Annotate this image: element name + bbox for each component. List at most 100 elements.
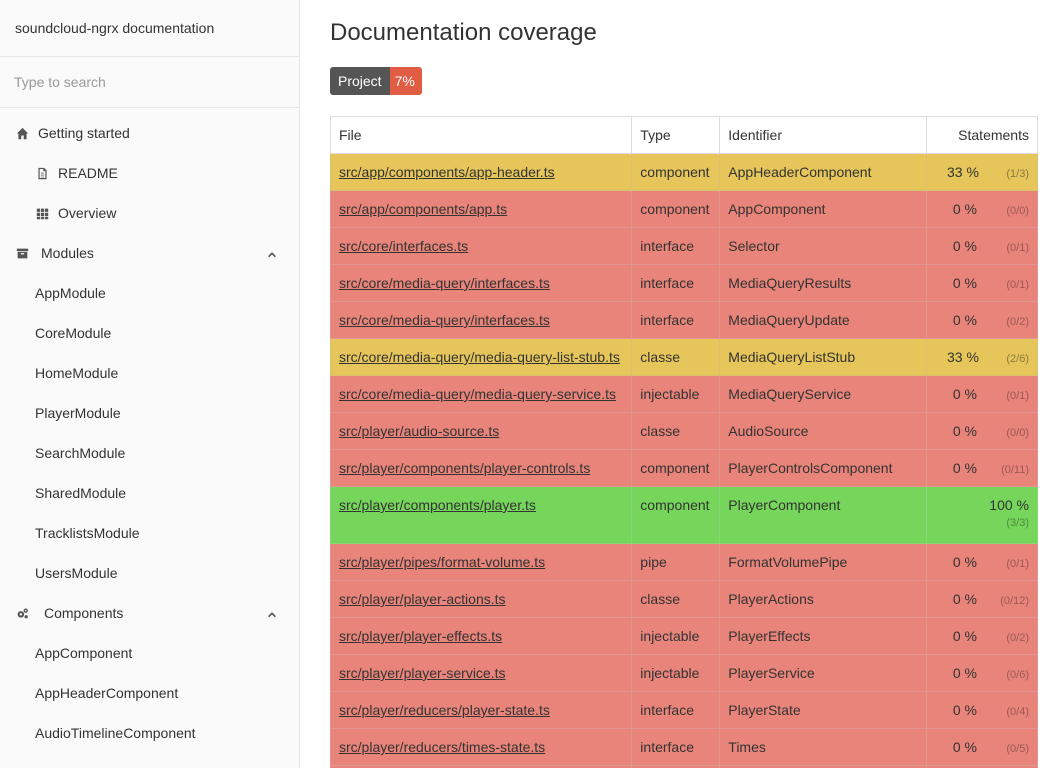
table-row: src/player/components/player.ts component…: [329, 486, 1038, 544]
menu-module-item[interactable]: CoreModule: [0, 313, 299, 353]
statements-cell: 33 % (2/6): [926, 338, 1038, 376]
statements-cell: 0 % (0/2): [926, 301, 1038, 339]
identifier-cell: FormatVolumePipe: [719, 543, 928, 581]
file-link[interactable]: src/player/reducers/player-state.ts: [339, 702, 550, 718]
menu-components-label: Components: [44, 605, 124, 621]
type-cell: classe: [631, 338, 721, 376]
file-link[interactable]: src/player/reducers/times-state.ts: [339, 739, 545, 755]
statements-count: (0/2): [1006, 632, 1029, 644]
file-cell: src/player/audio-source.ts: [329, 412, 633, 450]
statements-cell: 100 % (3/3): [926, 486, 1038, 544]
statements-percent: 0 %: [952, 739, 977, 755]
statements-count: (0/4): [1006, 706, 1029, 718]
identifier-cell: MediaQueryListStub: [719, 338, 928, 376]
statements-cell: 0 % (0/6): [926, 654, 1038, 692]
file-cell: src/core/media-query/media-query-service…: [329, 375, 633, 413]
file-cell: src/core/media-query/interfaces.ts: [329, 264, 633, 302]
table-row: src/core/media-query/interfaces.ts interf…: [329, 301, 1038, 339]
statements-cell: 0 % (0/1): [926, 543, 1038, 581]
file-link[interactable]: src/app/components/app.ts: [339, 201, 507, 217]
menu-getting-started[interactable]: Getting started: [0, 113, 299, 153]
statements-count: (0/12): [1000, 595, 1029, 607]
coverage-badge-label: Project: [330, 67, 390, 95]
menu-component-item[interactable]: AppHeaderComponent: [0, 673, 299, 713]
statements-percent: 0 %: [952, 238, 977, 254]
statements-count: (0/0): [1006, 205, 1029, 217]
brand-title[interactable]: soundcloud-ngrx documentation: [0, 0, 299, 57]
statements-cell: 0 % (0/1): [926, 375, 1038, 413]
menu-module-item[interactable]: SharedModule: [0, 473, 299, 513]
file-cell: src/player/player-effects.ts: [329, 617, 633, 655]
statements-cell: 0 % (0/0): [926, 190, 1038, 228]
menu-component-item[interactable]: AppComponent: [0, 633, 299, 673]
statements-percent: 33 %: [947, 164, 979, 180]
table-row: src/player/audio-source.ts classe AudioSou…: [329, 412, 1038, 450]
menu-overview-label: Overview: [58, 205, 117, 221]
identifier-cell: PlayerService: [719, 654, 928, 692]
menu-module-item[interactable]: TracklistsModule: [0, 513, 299, 553]
type-cell: interface: [631, 691, 721, 729]
file-link[interactable]: src/core/interfaces.ts: [339, 238, 468, 254]
type-cell: interface: [631, 227, 721, 265]
menu-module-item[interactable]: UsersModule: [0, 553, 299, 593]
type-cell: component: [631, 190, 721, 228]
identifier-cell: PlayerEffects: [719, 617, 928, 655]
identifier-cell: PlayerControlsComponent: [719, 449, 928, 487]
menu-component-item[interactable]: AudioTimelineComponent: [0, 713, 299, 753]
file-link[interactable]: src/player/pipes/format-volume.ts: [339, 554, 545, 570]
statements-count: (0/0): [1006, 427, 1029, 439]
menu-overview[interactable]: Overview: [0, 193, 299, 233]
main-content: Documentation coverage Project 7% File T…: [300, 0, 1050, 768]
file-cell: src/player/components/player.ts: [329, 486, 633, 544]
menu-module-item[interactable]: HomeModule: [0, 353, 299, 393]
menu-components[interactable]: Components: [0, 593, 299, 633]
file-cell: src/core/media-query/media-query-list-st…: [329, 338, 633, 376]
header-type[interactable]: Type: [631, 116, 721, 154]
table-row: src/player/reducers/player-state.ts inter…: [329, 691, 1038, 729]
header-statements[interactable]: Statements: [926, 116, 1038, 154]
sidebar: soundcloud-ngrx documentation Getting st…: [0, 0, 300, 768]
file-link[interactable]: src/core/media-query/media-query-service…: [339, 386, 616, 402]
sidebar-menu: Getting started README Overview Modules …: [0, 108, 299, 753]
statements-cell: 0 % (0/12): [926, 580, 1038, 618]
table-row: src/player/components/player-controls.ts…: [329, 449, 1038, 487]
file-cell: src/app/components/app.ts: [329, 190, 633, 228]
file-link[interactable]: src/player/components/player-controls.ts: [339, 460, 590, 476]
page-title: Documentation coverage: [330, 19, 597, 46]
file-cell: src/player/player-service.ts: [329, 654, 633, 692]
menu-modules[interactable]: Modules: [0, 233, 299, 273]
chevron-up-icon[interactable]: [267, 247, 279, 259]
search-input[interactable]: [14, 74, 285, 90]
file-link[interactable]: src/core/media-query/media-query-list-st…: [339, 349, 620, 365]
identifier-cell: Selector: [719, 227, 928, 265]
file-link[interactable]: src/core/media-query/interfaces.ts: [339, 312, 550, 328]
identifier-cell: PlayerActions: [719, 580, 928, 618]
identifier-cell: Times: [719, 728, 928, 766]
file-link[interactable]: src/player/components/player.ts: [339, 497, 536, 513]
home-icon: [15, 126, 29, 140]
type-cell: component: [631, 153, 721, 191]
type-cell: component: [631, 486, 721, 544]
file-link[interactable]: src/player/player-service.ts: [339, 665, 506, 681]
menu-module-item[interactable]: SearchModule: [0, 433, 299, 473]
table-row: src/core/interfaces.ts interface Selector 0…: [329, 227, 1038, 265]
statements-percent: 100 %: [989, 497, 1029, 513]
coverage-badge-value: 7%: [389, 67, 422, 95]
file-link[interactable]: src/player/audio-source.ts: [339, 423, 499, 439]
header-file[interactable]: File: [329, 116, 633, 154]
statements-percent: 0 %: [952, 312, 977, 328]
file-link[interactable]: src/core/media-query/interfaces.ts: [339, 275, 550, 291]
statements-percent: 0 %: [952, 702, 977, 718]
file-link[interactable]: src/player/player-effects.ts: [339, 628, 502, 644]
table-row: src/player/reducers/times-state.ts interf…: [329, 728, 1038, 766]
file-link[interactable]: src/player/player-actions.ts: [339, 591, 506, 607]
file-link[interactable]: src/app/components/app-header.ts: [339, 164, 555, 180]
grid-icon: [35, 206, 49, 220]
statements-cell: 33 % (1/3): [926, 153, 1038, 191]
menu-module-item[interactable]: PlayerModule: [0, 393, 299, 433]
chevron-up-icon[interactable]: [267, 607, 279, 619]
menu-readme[interactable]: README: [0, 153, 299, 193]
menu-module-item[interactable]: AppModule: [0, 273, 299, 313]
statements-count: (0/1): [1006, 279, 1029, 291]
header-identifier[interactable]: Identifier: [719, 116, 928, 154]
